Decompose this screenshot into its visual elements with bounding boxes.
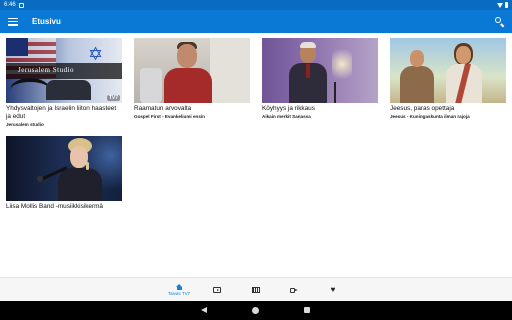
home-button-icon[interactable] (252, 307, 259, 314)
video-title[interactable]: Köyhyys ja rikkaus (262, 105, 378, 113)
notification-icon (18, 2, 24, 8)
video-camera-icon (290, 287, 298, 293)
status-time: 6:46 (4, 2, 16, 8)
status-bar: 6:46 (0, 0, 512, 10)
video-card[interactable]: Liisa Mollis Band -musiikkisikermä (6, 136, 122, 211)
status-right (497, 2, 508, 8)
video-thumbnail[interactable] (390, 38, 506, 103)
video-card[interactable]: Raamatun arvovalta Gospel First - Evanke… (134, 38, 250, 120)
video-series: Jerusalem studio (6, 122, 44, 127)
video-card[interactable]: Köyhyys ja rikkaus Aikain merkit Sanassa (262, 38, 378, 120)
heart-icon: ♥ (330, 285, 336, 294)
nav-videos[interactable] (199, 278, 235, 302)
nav-home-label: Taivas TV7 (167, 291, 191, 296)
wifi-icon (497, 2, 503, 8)
back-icon[interactable] (201, 307, 207, 313)
search-icon[interactable] (495, 17, 504, 27)
nav-live[interactable] (276, 278, 312, 302)
video-thumbnail[interactable] (134, 38, 250, 103)
recents-icon[interactable] (304, 307, 310, 313)
tv7-badge: TV7 (106, 95, 120, 101)
nav-library[interactable] (238, 278, 274, 302)
video-card[interactable]: Jeesus, paras opettaja Jeesus - Kuningas… (390, 38, 506, 120)
play-icon (213, 287, 221, 293)
video-title[interactable]: Liisa Mollis Band -musiikkisikermä (6, 203, 122, 211)
video-title[interactable]: Yhdysvaltojen ja Israelin liiton haastee… (6, 105, 122, 121)
bottom-navigation: Taivas TV7 ♥ (0, 277, 512, 301)
video-thumbnail[interactable] (262, 38, 378, 103)
video-series: Aikain merkit Sanassa (262, 114, 311, 119)
video-series: Jeesus - Kuningaskunta ilman rajoja (390, 114, 470, 119)
video-card[interactable]: ✡ Jerusalem Studio TV7 Yhdysvaltojen ja … (6, 38, 122, 128)
system-navigation-bar (0, 301, 512, 320)
home-icon (175, 284, 183, 290)
app-bar: Etusivu (0, 10, 512, 33)
video-thumbnail[interactable]: ✡ Jerusalem Studio TV7 (6, 38, 122, 103)
menu-icon[interactable] (8, 17, 18, 26)
video-series: Gospel First - Evankeliumi ensin (134, 114, 205, 119)
page-title: Etusivu (32, 17, 61, 26)
video-title[interactable]: Raamatun arvovalta (134, 105, 250, 113)
video-thumbnail[interactable] (6, 136, 122, 201)
library-icon (252, 287, 260, 293)
battery-icon (505, 2, 508, 8)
nav-home[interactable]: Taivas TV7 (161, 278, 197, 302)
nav-favorites[interactable]: ♥ (315, 278, 351, 302)
thumbnail-logo-text: Jerusalem Studio (18, 66, 75, 74)
star-of-david-icon: ✡ (88, 44, 104, 64)
app-screen: 6:46 Etusivu ✡ Jerusalem Studio TV7 Yhdy… (0, 0, 512, 320)
video-title[interactable]: Jeesus, paras opettaja (390, 105, 506, 113)
